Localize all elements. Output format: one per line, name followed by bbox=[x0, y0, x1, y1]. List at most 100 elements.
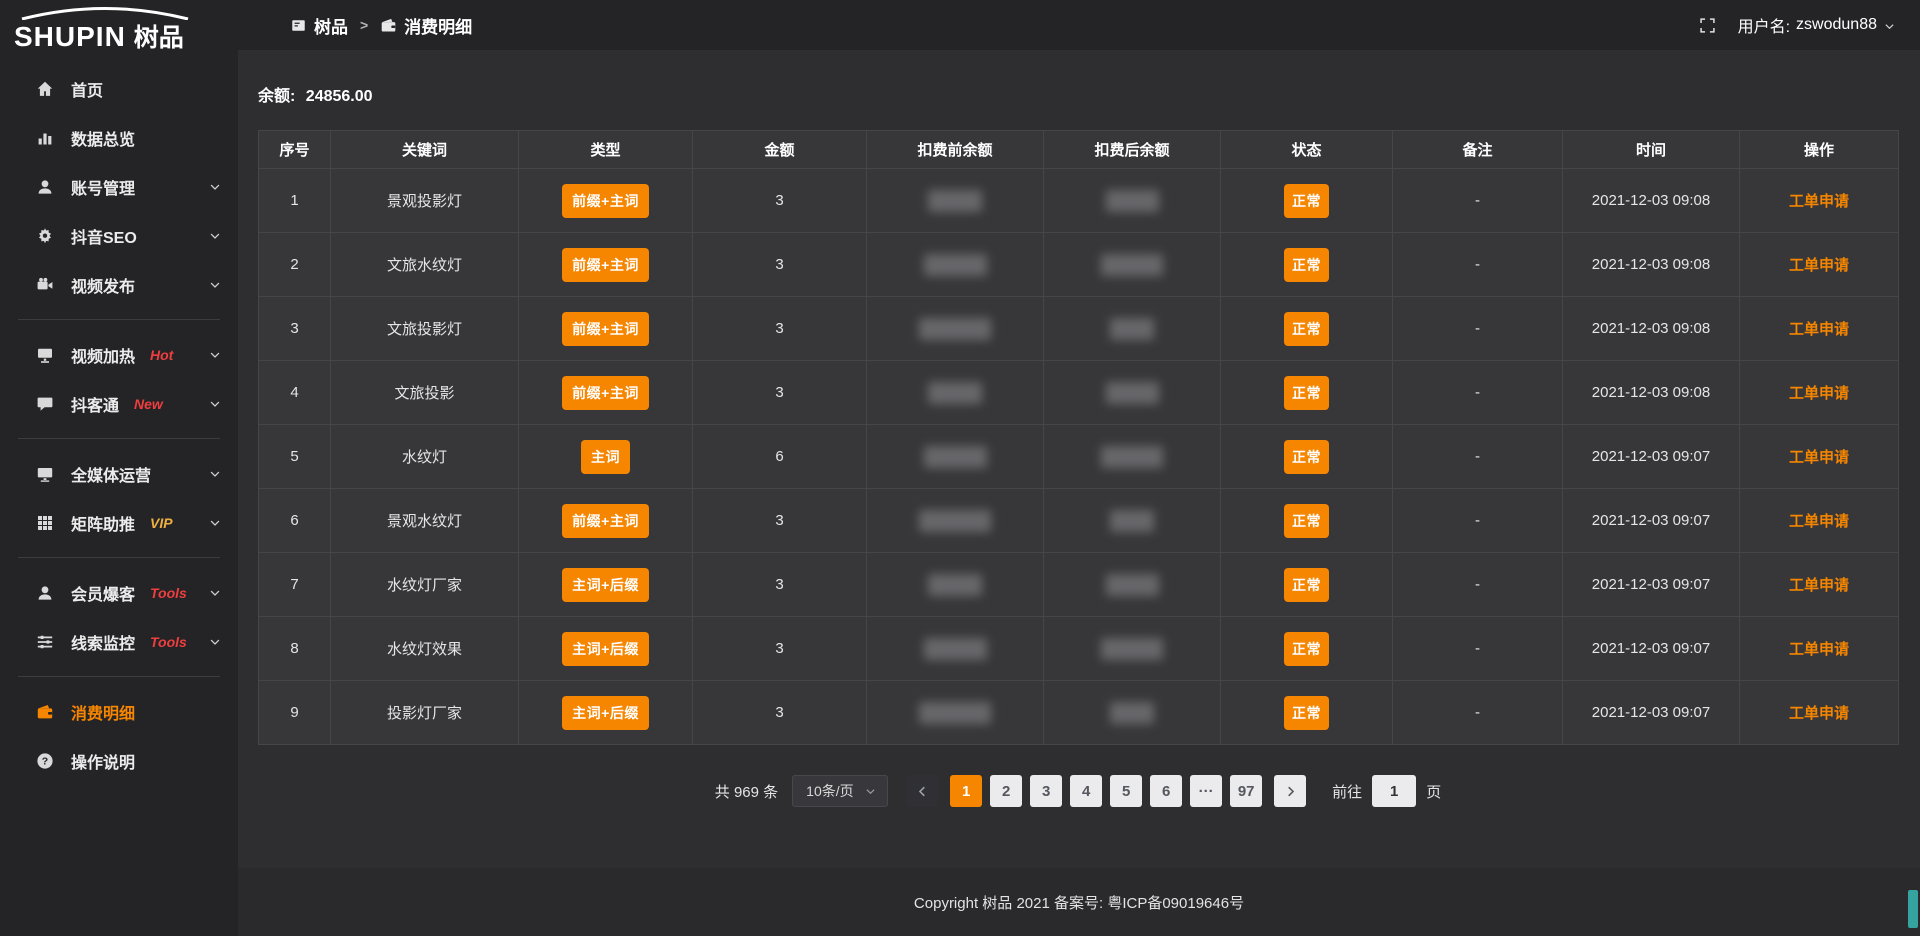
sidebar-item-tag: VIP bbox=[150, 515, 173, 531]
work-order-link[interactable]: 工单申请 bbox=[1789, 641, 1849, 658]
keyword-cell: 投影灯厂家 bbox=[331, 681, 519, 745]
balance-after-cell bbox=[1044, 617, 1221, 681]
goto-page-input[interactable] bbox=[1372, 775, 1416, 807]
keyword-cell: 水纹灯厂家 bbox=[331, 553, 519, 617]
masked-balance-before bbox=[919, 510, 991, 532]
sidebar-item-sliders[interactable]: 线索监控 Tools bbox=[0, 617, 238, 666]
masked-balance-before bbox=[924, 638, 987, 660]
balance-after-cell bbox=[1044, 233, 1221, 297]
keyword-cell: 水纹灯 bbox=[331, 425, 519, 489]
table-header-row: 序号关键词类型金额扣费前余额扣费后余额状态备注时间操作 bbox=[259, 131, 1899, 169]
page-button-1[interactable]: 1 bbox=[950, 775, 982, 807]
masked-balance-before bbox=[919, 702, 991, 724]
sidebar-item-label: 全媒体运营 bbox=[71, 462, 151, 486]
page-ellipsis-button[interactable]: ··· bbox=[1190, 775, 1222, 807]
sidebar-item-tag: Tools bbox=[150, 585, 187, 601]
type-cell: 主词+后缀 bbox=[519, 681, 693, 745]
row-index-cell: 6 bbox=[259, 489, 331, 553]
page-button-3[interactable]: 3 bbox=[1030, 775, 1062, 807]
sidebar-item-bar-chart[interactable]: 数据总览 bbox=[0, 113, 238, 162]
chevron-down-icon bbox=[208, 397, 222, 411]
table-header-cell: 扣费后余额 bbox=[1044, 131, 1221, 169]
page-button-97[interactable]: 97 bbox=[1230, 775, 1262, 807]
page-size-select[interactable]: 10条/页 bbox=[792, 775, 888, 807]
sidebar-item-tag: New bbox=[134, 396, 163, 412]
next-page-button[interactable] bbox=[1274, 775, 1306, 807]
chat-widget[interactable] bbox=[1908, 890, 1918, 928]
table-row: 9投影灯厂家主词+后缀3正常-2021-12-03 09:07工单申请 bbox=[259, 681, 1899, 745]
work-order-link[interactable]: 工单申请 bbox=[1789, 449, 1849, 466]
wallet-icon bbox=[36, 703, 54, 721]
status-badge: 正常 bbox=[1284, 696, 1329, 730]
status-badge: 正常 bbox=[1284, 440, 1329, 474]
breadcrumb-item-home[interactable]: 树品 bbox=[290, 13, 348, 38]
masked-balance-after bbox=[1110, 318, 1154, 340]
masked-balance-before bbox=[924, 446, 987, 468]
work-order-link[interactable]: 工单申请 bbox=[1789, 577, 1849, 594]
amount-cell: 3 bbox=[693, 297, 867, 361]
user-dropdown[interactable]: 用户名: zswodun88 bbox=[1738, 13, 1896, 37]
sidebar-item-label: 操作说明 bbox=[71, 749, 135, 773]
page-button-2[interactable]: 2 bbox=[990, 775, 1022, 807]
footer: Copyright 树品 2021 备案号: 粤ICP备09019646号 bbox=[238, 868, 1920, 936]
work-order-link[interactable]: 工单申请 bbox=[1789, 257, 1849, 274]
table-header-cell: 金额 bbox=[693, 131, 867, 169]
work-order-link[interactable]: 工单申请 bbox=[1789, 321, 1849, 338]
sidebar-item-home[interactable]: 首页 bbox=[0, 64, 238, 113]
app-logo[interactable]: SHUPIN 树品 bbox=[0, 0, 238, 60]
sidebar-item-user[interactable]: 账号管理 bbox=[0, 162, 238, 211]
type-badge: 前缀+主词 bbox=[562, 184, 649, 218]
status-badge: 正常 bbox=[1284, 376, 1329, 410]
type-badge: 前缀+主词 bbox=[562, 504, 649, 538]
breadcrumb-item-current[interactable]: 消费明细 bbox=[380, 13, 472, 38]
sidebar: SHUPIN 树品 首页 数据总览 账号管理 抖音SEO 视频发布 视频加热 bbox=[0, 0, 238, 936]
status-cell: 正常 bbox=[1221, 617, 1393, 681]
masked-balance-before bbox=[928, 382, 982, 404]
type-cell: 主词+后缀 bbox=[519, 553, 693, 617]
breadcrumb-label: 树品 bbox=[314, 13, 348, 38]
amount-cell: 3 bbox=[693, 681, 867, 745]
sidebar-item-question[interactable]: ? 操作说明 bbox=[0, 736, 238, 785]
sidebar-item-label: 矩阵助推 bbox=[71, 511, 135, 535]
table-header-cell: 状态 bbox=[1221, 131, 1393, 169]
prev-page-button[interactable] bbox=[906, 775, 938, 807]
page-button-6[interactable]: 6 bbox=[1150, 775, 1182, 807]
action-cell: 工单申请 bbox=[1740, 617, 1899, 681]
grid-icon bbox=[36, 514, 54, 532]
page-button-4[interactable]: 4 bbox=[1070, 775, 1102, 807]
fullscreen-icon[interactable] bbox=[1699, 17, 1716, 34]
keyword-cell: 文旅投影 bbox=[331, 361, 519, 425]
work-order-link[interactable]: 工单申请 bbox=[1789, 385, 1849, 402]
chevron-down-icon bbox=[208, 180, 222, 194]
balance-before-cell bbox=[867, 553, 1044, 617]
table-row: 4文旅投影前缀+主词3正常-2021-12-03 09:08工单申请 bbox=[259, 361, 1899, 425]
action-cell: 工单申请 bbox=[1740, 297, 1899, 361]
sidebar-item-user-group[interactable]: 会员爆客 Tools bbox=[0, 568, 238, 617]
sidebar-item-grid[interactable]: 矩阵助推 VIP bbox=[0, 498, 238, 547]
topbar: 树品 > 消费明细 用户名: zswodun88 bbox=[238, 0, 1920, 50]
type-badge: 主词+后缀 bbox=[562, 696, 649, 730]
breadcrumb: 树品 > 消费明细 bbox=[290, 13, 472, 38]
sidebar-item-label: 抖音SEO bbox=[71, 224, 137, 248]
sidebar-item-screen[interactable]: 视频加热 Hot bbox=[0, 330, 238, 379]
work-order-link[interactable]: 工单申请 bbox=[1789, 705, 1849, 722]
work-order-link[interactable]: 工单申请 bbox=[1789, 513, 1849, 530]
sidebar-item-label: 线索监控 bbox=[71, 630, 135, 654]
page-button-5[interactable]: 5 bbox=[1110, 775, 1142, 807]
gear-icon bbox=[36, 227, 54, 245]
table-row: 2文旅水纹灯前缀+主词3正常-2021-12-03 09:08工单申请 bbox=[259, 233, 1899, 297]
sidebar-item-gear[interactable]: 抖音SEO bbox=[0, 211, 238, 260]
sidebar-item-wallet[interactable]: 消费明细 bbox=[0, 687, 238, 736]
sidebar-item-video-camera[interactable]: 视频发布 bbox=[0, 260, 238, 309]
work-order-link[interactable]: 工单申请 bbox=[1789, 193, 1849, 210]
status-badge: 正常 bbox=[1284, 184, 1329, 218]
status-cell: 正常 bbox=[1221, 681, 1393, 745]
sidebar-item-monitor[interactable]: 全媒体运营 bbox=[0, 449, 238, 498]
goto-label: 前往 bbox=[1332, 781, 1362, 802]
sidebar-item-comment[interactable]: 抖客通 New bbox=[0, 379, 238, 428]
video-camera-icon bbox=[36, 276, 54, 294]
doc-icon bbox=[290, 17, 307, 34]
svg-text:?: ? bbox=[42, 755, 48, 767]
page-buttons: 123456···97 bbox=[950, 775, 1262, 807]
balance-label: 余额: bbox=[258, 88, 295, 105]
